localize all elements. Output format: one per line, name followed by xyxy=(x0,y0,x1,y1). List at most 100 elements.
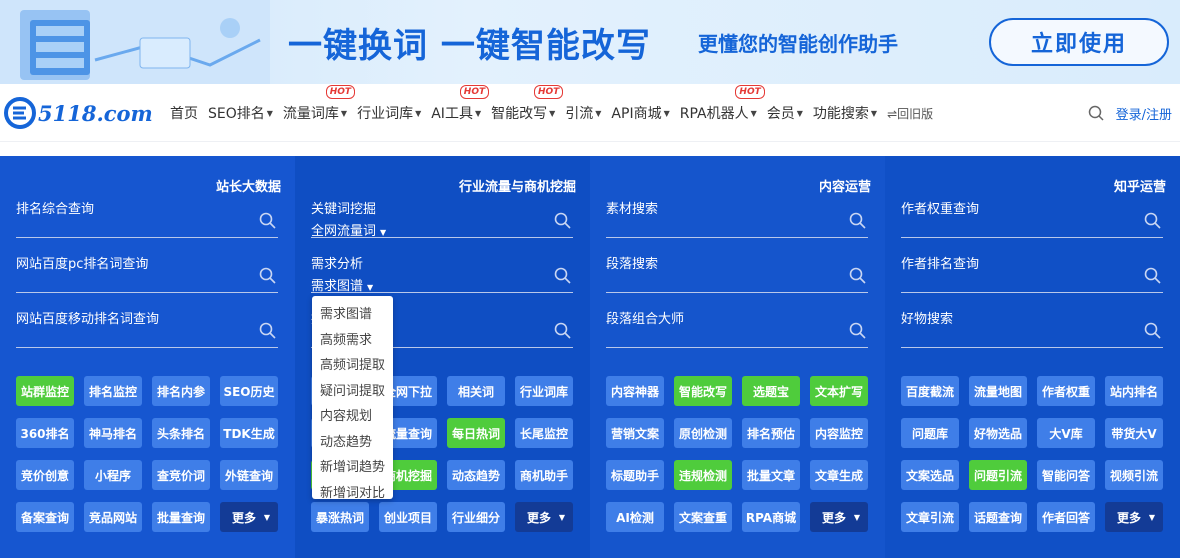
tool-button[interactable]: 选题宝 xyxy=(742,376,800,406)
tool-button[interactable]: 问题引流 xyxy=(969,460,1027,490)
query-field[interactable]: 段落搜索 xyxy=(606,253,868,293)
nav-item[interactable]: 会员 ▼ xyxy=(767,103,803,123)
dropdown-option[interactable]: 动态趋势 xyxy=(312,428,393,454)
old-version-link[interactable]: ⇌回旧版 xyxy=(887,105,933,122)
query-type-select[interactable]: 需求图谱 ▼ xyxy=(311,275,373,294)
tool-button[interactable]: 神马排名 xyxy=(84,418,142,448)
tool-button[interactable]: 文本扩写 xyxy=(810,376,868,406)
tool-button[interactable]: 文章引流 xyxy=(901,502,959,532)
tool-button[interactable]: AI检测 xyxy=(606,502,664,532)
tool-button[interactable]: 作者回答 xyxy=(1037,502,1095,532)
search-icon[interactable] xyxy=(554,212,571,229)
search-icon[interactable] xyxy=(849,322,866,339)
tool-button[interactable]: 每日热词 xyxy=(447,418,505,448)
promo-banner[interactable]: 一键换词 一键智能改写 更懂您的智能创作助手 立即使用 xyxy=(0,0,1180,84)
login-register-link[interactable]: 登录/注册 xyxy=(1116,104,1172,123)
tool-button[interactable]: 动态趋势 xyxy=(447,460,505,490)
tool-button[interactable]: 百度截流 xyxy=(901,376,959,406)
nav-item[interactable]: 功能搜索 ▼ xyxy=(813,103,877,123)
query-field[interactable]: 段落组合大师 xyxy=(606,308,868,348)
tool-button[interactable]: 排名内参 xyxy=(152,376,210,406)
tool-button[interactable]: RPA商城 xyxy=(742,502,800,532)
nav-item[interactable]: 行业词库 ▼ xyxy=(357,103,421,123)
nav-item[interactable]: 引流 ▼ xyxy=(565,103,601,123)
tool-button[interactable]: 行业细分 xyxy=(447,502,505,532)
dropdown-option[interactable]: 需求图谱 xyxy=(312,300,393,326)
tool-button[interactable]: 原创检测 xyxy=(674,418,732,448)
query-field[interactable]: 网站百度pc排名词查询 xyxy=(16,253,278,293)
tool-button[interactable]: 智能改写 xyxy=(674,376,732,406)
tool-button[interactable]: 话题查询 xyxy=(969,502,1027,532)
nav-item[interactable]: RPA机器人 ▼ HOT xyxy=(680,85,765,123)
more-button[interactable]: 更多 ▼ xyxy=(1105,502,1163,532)
tool-button[interactable]: 竞价创意 xyxy=(16,460,74,490)
more-button[interactable]: 更多 ▼ xyxy=(810,502,868,532)
tool-button[interactable]: 视频引流 xyxy=(1105,460,1163,490)
tool-button[interactable]: 内容监控 xyxy=(810,418,868,448)
query-field[interactable]: 排名综合查询 xyxy=(16,198,278,238)
search-icon[interactable] xyxy=(554,267,571,284)
query-field[interactable]: 作者权重查询 xyxy=(901,198,1163,238)
query-field[interactable]: 素材搜索 xyxy=(606,198,868,238)
tool-button[interactable]: 竞品网站 xyxy=(84,502,142,532)
search-icon[interactable] xyxy=(1144,212,1161,229)
tool-button[interactable]: 360排名 xyxy=(16,418,74,448)
query-field[interactable]: 关键词挖掘 全网流量词 ▼ xyxy=(311,198,573,239)
tool-button[interactable]: 智能问答 xyxy=(1037,460,1095,490)
dropdown-option[interactable]: 高频词提取 xyxy=(312,351,393,377)
query-type-select[interactable]: 全网流量词 ▼ xyxy=(311,220,386,239)
tool-button[interactable]: 商机助手 xyxy=(515,460,573,490)
search-icon[interactable] xyxy=(1144,267,1161,284)
tool-button[interactable]: 头条排名 xyxy=(152,418,210,448)
search-icon[interactable] xyxy=(1144,322,1161,339)
dropdown-option[interactable]: 疑问词提取 xyxy=(312,377,393,403)
tool-button[interactable]: 批量文章 xyxy=(742,460,800,490)
search-icon[interactable] xyxy=(1088,105,1104,121)
dropdown-option[interactable]: 高频需求 xyxy=(312,326,393,352)
tool-button[interactable]: 违规检测 xyxy=(674,460,732,490)
tool-button[interactable]: SEO历史 xyxy=(220,376,278,406)
nav-item[interactable]: 智能改写 ▼ HOT xyxy=(491,85,564,123)
tool-button[interactable]: 相关词 xyxy=(447,376,505,406)
query-field[interactable]: 作者排名查询 xyxy=(901,253,1163,293)
tool-button[interactable]: 问题库 xyxy=(901,418,959,448)
tool-button[interactable]: 内容神器 xyxy=(606,376,664,406)
tool-button[interactable]: 外链查询 xyxy=(220,460,278,490)
tool-button[interactable]: 文章生成 xyxy=(810,460,868,490)
use-now-button[interactable]: 立即使用 xyxy=(989,18,1169,66)
dropdown-option[interactable]: 内容规划 xyxy=(312,402,393,428)
query-field[interactable]: 网站百度移动排名词查询 xyxy=(16,308,278,348)
tool-button[interactable]: 暴涨热词 xyxy=(311,502,369,532)
query-field[interactable]: 好物搜索 xyxy=(901,308,1163,348)
logo[interactable]: 5118.com xyxy=(4,96,153,130)
tool-button[interactable]: 文案查重 xyxy=(674,502,732,532)
search-icon[interactable] xyxy=(259,267,276,284)
nav-item[interactable]: AI工具 ▼ HOT xyxy=(431,85,490,123)
nav-item[interactable]: 首页 xyxy=(170,103,198,123)
search-icon[interactable] xyxy=(259,212,276,229)
tool-button[interactable]: TDK生成 xyxy=(220,418,278,448)
tool-button[interactable]: 小程序 xyxy=(84,460,142,490)
nav-item[interactable]: 流量词库 ▼ HOT xyxy=(283,85,356,123)
tool-button[interactable]: 流量地图 xyxy=(969,376,1027,406)
search-icon[interactable] xyxy=(849,212,866,229)
tool-button[interactable]: 站群监控 xyxy=(16,376,74,406)
tool-button[interactable]: 文案选品 xyxy=(901,460,959,490)
dropdown-option[interactable]: 新增词趋势 xyxy=(312,453,393,479)
tool-button[interactable]: 标题助手 xyxy=(606,460,664,490)
tool-button[interactable]: 带货大V xyxy=(1105,418,1163,448)
tool-button[interactable]: 营销文案 xyxy=(606,418,664,448)
nav-item[interactable]: SEO排名 ▼ xyxy=(208,103,273,123)
search-icon[interactable] xyxy=(554,322,571,339)
tool-button[interactable]: 大V库 xyxy=(1037,418,1095,448)
tool-button[interactable]: 长尾监控 xyxy=(515,418,573,448)
tool-button[interactable]: 站内排名 xyxy=(1105,376,1163,406)
tool-button[interactable]: 排名预估 xyxy=(742,418,800,448)
tool-button[interactable]: 创业项目 xyxy=(379,502,437,532)
tool-button[interactable]: 行业词库 xyxy=(515,376,573,406)
query-field[interactable]: 需求分析 需求图谱 ▼ xyxy=(311,253,573,294)
tool-button[interactable]: 好物选品 xyxy=(969,418,1027,448)
tool-button[interactable]: 查竞价词 xyxy=(152,460,210,490)
nav-item[interactable]: API商城 ▼ xyxy=(611,103,669,123)
tool-button[interactable]: 批量查询 xyxy=(152,502,210,532)
